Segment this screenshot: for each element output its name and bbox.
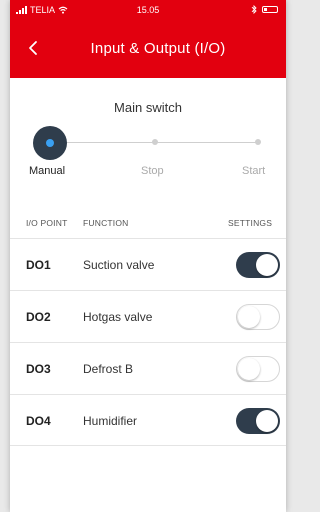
toggle-do3[interactable] bbox=[236, 356, 280, 382]
io-function: Hotgas valve bbox=[83, 310, 153, 324]
toggle-thumb bbox=[238, 306, 260, 328]
bluetooth-icon bbox=[251, 5, 257, 14]
toggle-do2[interactable] bbox=[236, 304, 280, 330]
io-function: Humidifier bbox=[83, 414, 138, 428]
toggle-thumb bbox=[238, 358, 260, 380]
table-row: DO2 Hotgas valve bbox=[10, 290, 286, 342]
toggle-thumb bbox=[256, 410, 278, 432]
knob-indicator bbox=[46, 139, 54, 147]
status-bar: TELIA 15.05 bbox=[10, 0, 286, 20]
app-header: TELIA 15.05 Input & Output (I/O) bbox=[10, 0, 286, 78]
main-switch-title: Main switch bbox=[114, 100, 182, 115]
io-function: Suction valve bbox=[83, 258, 155, 272]
table-row: DO1 Suction valve bbox=[10, 238, 286, 290]
chevron-left-icon bbox=[29, 41, 37, 55]
main-switch-knob[interactable] bbox=[33, 126, 67, 160]
io-point: DO4 bbox=[26, 414, 51, 428]
status-right bbox=[251, 5, 278, 14]
io-point: DO3 bbox=[26, 362, 51, 376]
io-function: Defrost B bbox=[83, 362, 134, 376]
toggle-thumb bbox=[256, 254, 278, 276]
column-header-function: FUNCTION bbox=[83, 218, 129, 228]
switch-label-manual[interactable]: Manual bbox=[29, 165, 65, 177]
table-row: DO4 Humidifier bbox=[10, 394, 286, 446]
toggle-do1[interactable] bbox=[236, 252, 280, 278]
status-time: 15.05 bbox=[136, 5, 160, 15]
phone-screen: TELIA 15.05 Input & Output (I/O) Main sw… bbox=[10, 0, 286, 512]
switch-label-stop[interactable]: Stop bbox=[141, 165, 164, 177]
switch-start-dot[interactable] bbox=[255, 139, 261, 145]
switch-stop-dot[interactable] bbox=[152, 139, 158, 145]
io-point: DO1 bbox=[26, 258, 51, 272]
io-point: DO2 bbox=[26, 310, 51, 324]
switch-label-start[interactable]: Start bbox=[242, 165, 265, 177]
toggle-do4[interactable] bbox=[236, 408, 280, 434]
battery-icon bbox=[262, 6, 278, 13]
column-header-settings: SETTINGS bbox=[228, 218, 273, 228]
back-button[interactable] bbox=[22, 36, 46, 60]
table-row: DO3 Defrost B bbox=[10, 342, 286, 394]
column-header-io-point: I/O POINT bbox=[26, 218, 68, 228]
page-title: Input & Output (I/O) bbox=[90, 40, 226, 57]
